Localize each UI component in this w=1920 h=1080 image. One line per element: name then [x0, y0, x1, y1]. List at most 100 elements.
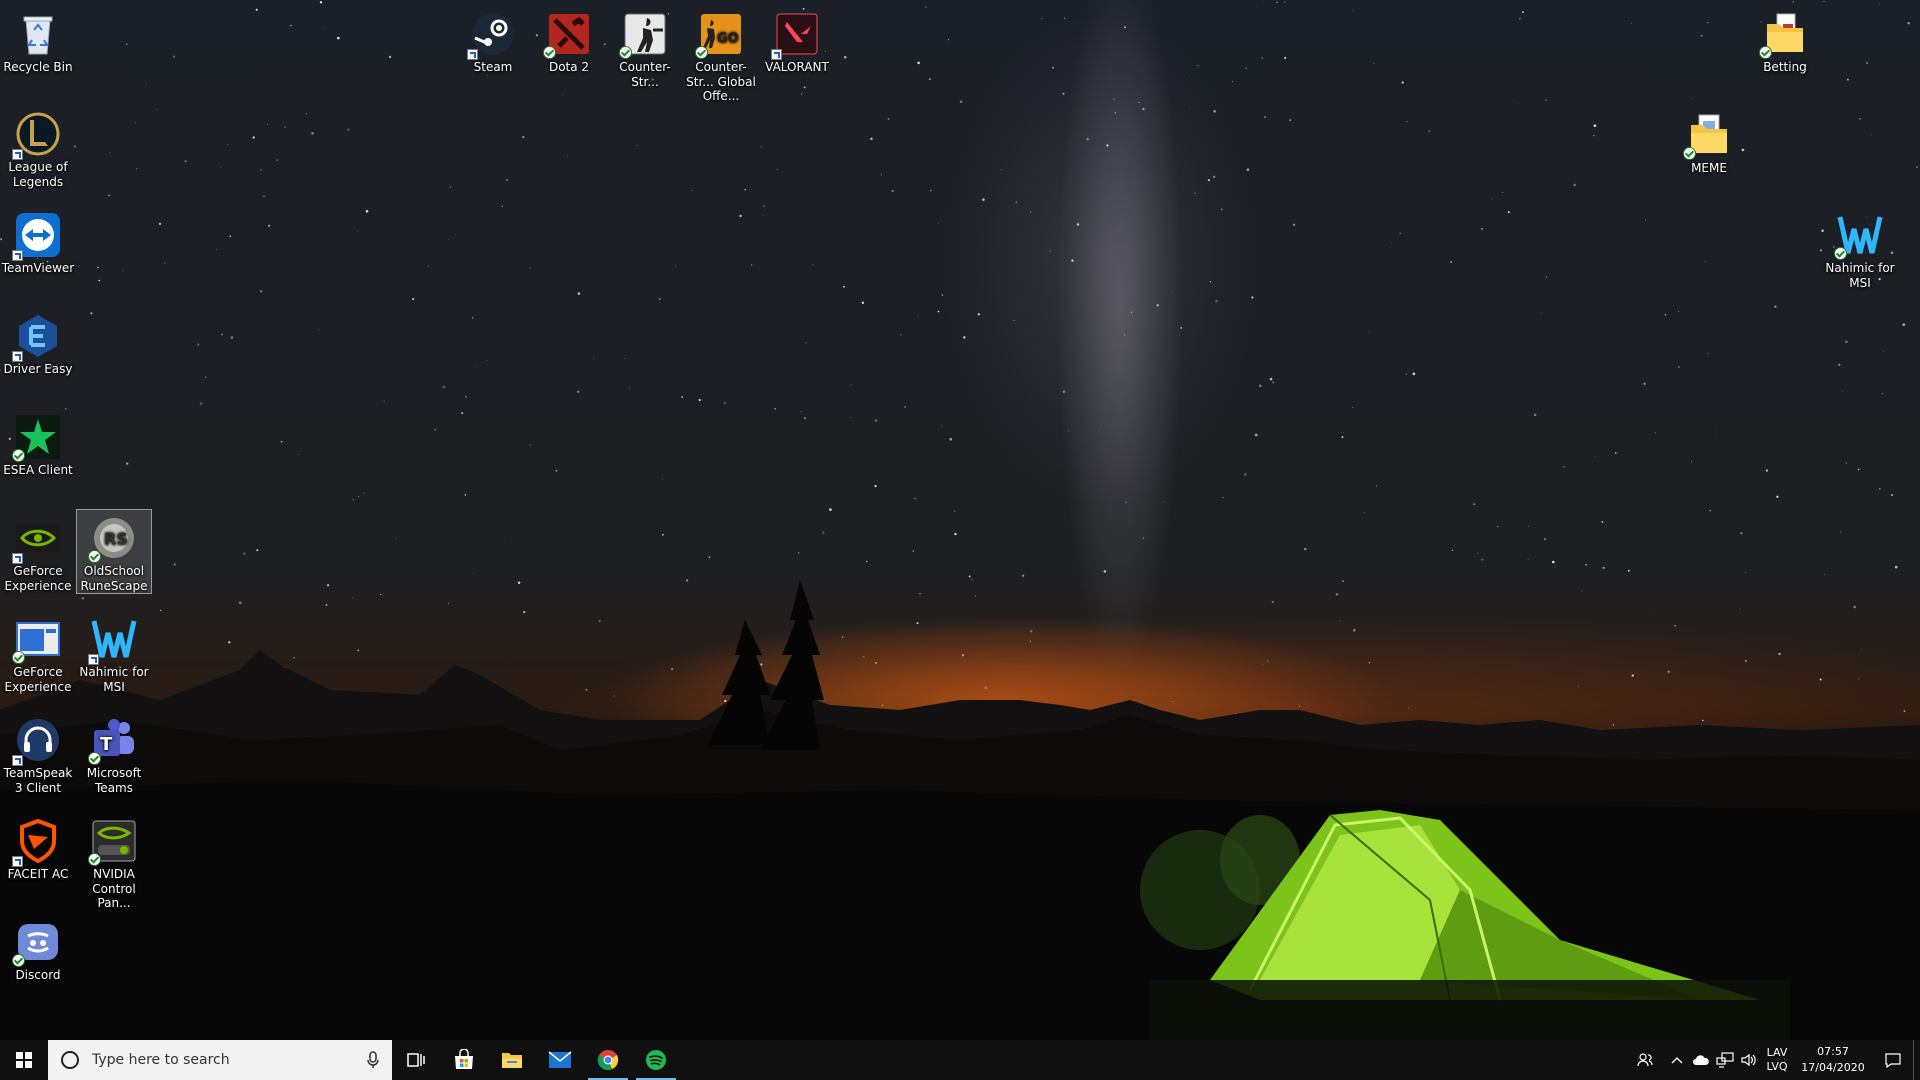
csgo-label: Counter-Str... Global Offe... [686, 60, 756, 103]
star [522, 135, 525, 139]
taskbar-mail[interactable] [536, 1040, 584, 1080]
star [1197, 64, 1199, 67]
clock-date: 17/04/2020 [1801, 1061, 1865, 1074]
sync-check-icon [12, 449, 25, 462]
desktop-icon-geforce-experience-2[interactable]: GeForce Experience [1, 611, 75, 694]
star [567, 155, 568, 157]
network-icon[interactable] [1713, 1040, 1737, 1080]
star [739, 214, 742, 218]
taskbar-file-explorer[interactable] [488, 1040, 536, 1080]
desktop-icon-microsoft-teams[interactable]: T Microsoft Teams [77, 712, 151, 795]
clock[interactable]: 07:57 17/04/2020 [1793, 1044, 1873, 1076]
desktop-icon-teamviewer[interactable]: TeamViewer [1, 207, 75, 276]
star [874, 419, 878, 422]
star [887, 118, 890, 120]
svg-text:GO: GO [717, 31, 739, 46]
taskbar-store[interactable] [440, 1040, 488, 1080]
desktop-icon-nahimic-for-msi[interactable]: Nahimic for MSI [77, 611, 151, 694]
star [941, 294, 944, 296]
start-button[interactable] [0, 1040, 48, 1080]
svg-text:T: T [100, 734, 113, 755]
league-label: League of Legends [8, 160, 68, 189]
star [577, 292, 581, 295]
desktop[interactable]: Recycle Bin League of Legends TeamViewer… [0, 0, 1920, 1040]
desktop-icon-valorant[interactable]: VALORANT [760, 6, 834, 75]
desktop-icon-steam[interactable]: Steam [456, 6, 530, 75]
task-view-button[interactable] [392, 1040, 440, 1080]
chevron-up-icon[interactable] [1665, 1040, 1689, 1080]
show-desktop-button[interactable] [1913, 1040, 1920, 1080]
desktop-icon-counter-strike[interactable]: Counter-Str... [608, 6, 682, 89]
star [1477, 552, 1479, 554]
taskbar-chrome[interactable] [584, 1040, 632, 1080]
star [1654, 432, 1657, 434]
star [1776, 495, 1779, 498]
star [1292, 223, 1296, 226]
star [623, 358, 625, 359]
sync-check-icon [695, 46, 708, 59]
star [1207, 178, 1211, 182]
nvidia-control-panel-icon [88, 817, 138, 866]
desktop-icon-nvidia-control-panel[interactable]: NVIDIA Control Pan... [77, 813, 151, 911]
desktop-icon-betting-folder[interactable]: Betting [1748, 6, 1822, 75]
star [1114, 111, 1117, 114]
valorant-label: VALORANT [765, 60, 829, 74]
desktop-icon-league-of-legends[interactable]: League of Legends [1, 106, 75, 189]
star [1284, 56, 1287, 59]
onedrive-cloud-icon[interactable] [1689, 1040, 1713, 1080]
star [803, 417, 806, 420]
star [1700, 34, 1703, 37]
star [256, 549, 259, 552]
star [1142, 107, 1145, 111]
desktop-icon-nahimic-for-msi-2[interactable]: Nahimic for MSI [1823, 207, 1897, 290]
microsoft-teams-label: Microsoft Teams [86, 766, 142, 795]
people-icon[interactable] [1625, 1040, 1665, 1080]
star [1276, 1, 1278, 4]
desktop-icon-csgo[interactable]: GO Counter-Str... Global Offe... [684, 6, 758, 104]
taskbar-spotify[interactable] [632, 1040, 680, 1080]
star [812, 263, 814, 265]
star [1545, 99, 1547, 101]
star [1562, 465, 1565, 468]
desktop-icon-dota-2[interactable]: Dota 2 [532, 6, 606, 75]
star [125, 462, 129, 465]
star [750, 264, 753, 266]
star [365, 209, 369, 213]
star [963, 336, 966, 339]
volume-icon[interactable] [1737, 1040, 1761, 1080]
desktop-icon-meme-folder[interactable]: MEME [1672, 107, 1746, 176]
star [803, 86, 806, 89]
desktop-icon-faceit-ac[interactable]: FACEIT AC [1, 813, 75, 882]
desktop-icon-geforce-experience[interactable]: GeForce Experience [1, 510, 75, 593]
star [1540, 312, 1542, 314]
desktop-icon-recycle-bin[interactable]: Recycle Bin [1, 6, 75, 75]
desktop-icon-teamspeak[interactable]: TeamSpeak 3 Client [1, 712, 75, 795]
nahimic-icon [88, 615, 138, 665]
star [461, 412, 464, 415]
desktop-icon-oldschool-runescape[interactable]: RS OldSchool RuneScape [76, 509, 152, 594]
desktop-icon-discord[interactable]: Discord [1, 914, 75, 983]
desktop-icon-driver-easy[interactable]: Driver Easy [1, 308, 75, 377]
action-center-button[interactable] [1873, 1040, 1913, 1080]
search-box[interactable]: Type here to search [48, 1040, 392, 1080]
star [1838, 363, 1841, 366]
nvidia-control-panel-label: NVIDIA Control Pan... [92, 867, 136, 910]
star [1131, 311, 1133, 313]
teamviewer-icon [12, 211, 62, 261]
star [1502, 192, 1504, 193]
microsoft-teams-icon: T [88, 716, 138, 765]
star [1391, 242, 1393, 244]
steam-icon [467, 10, 517, 60]
star [465, 395, 467, 398]
desktop-icon-esea-client[interactable]: ESEA Client [1, 409, 75, 478]
star [1064, 17, 1066, 19]
dota-2-icon [543, 10, 593, 59]
valorant-icon [771, 10, 821, 60]
keyboard-layout-code: LVQ [1766, 1060, 1788, 1073]
microphone-icon[interactable] [366, 1051, 380, 1069]
search-placeholder: Type here to search [92, 1052, 230, 1068]
star [1878, 487, 1881, 490]
discord-label: Discord [15, 968, 61, 982]
input-language-indicator[interactable]: LAV LVQ [1761, 1046, 1793, 1074]
star [1194, 192, 1196, 195]
